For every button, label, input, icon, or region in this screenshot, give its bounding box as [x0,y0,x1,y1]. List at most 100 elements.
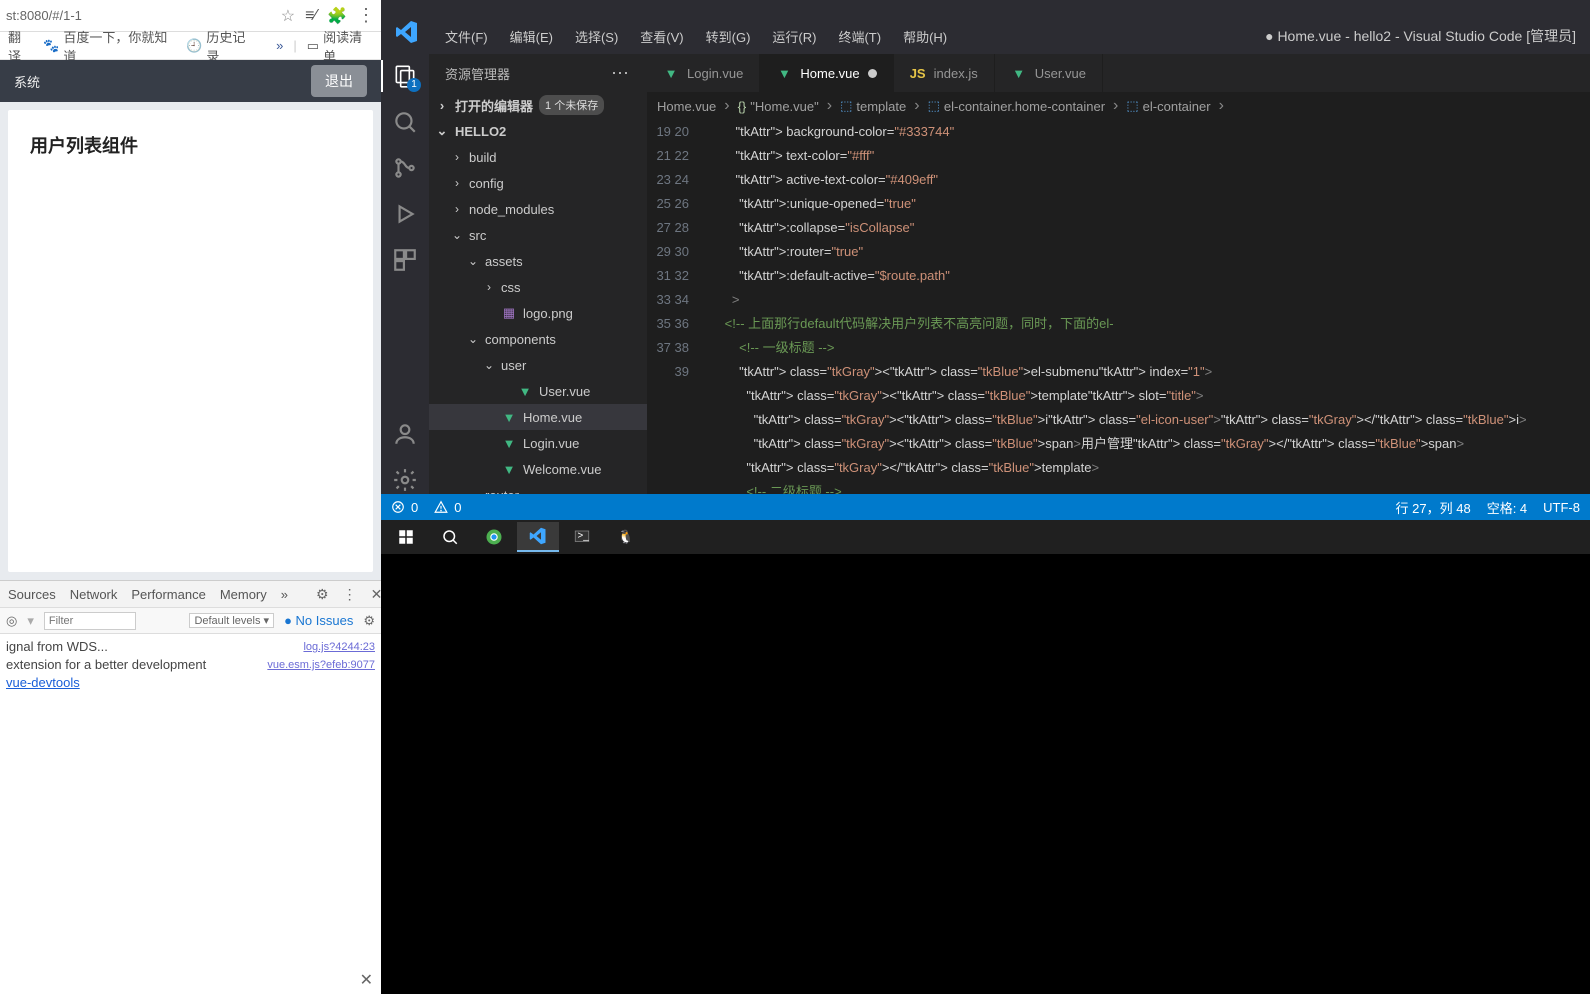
tree-node[interactable]: ⌄user [429,352,647,378]
bookmark-item[interactable]: 🕘 历史记录 [186,27,256,65]
reader-icon[interactable]: ≡∕ [305,7,317,25]
devtools-tab[interactable]: Network [70,587,118,602]
extensions-icon[interactable] [391,246,419,274]
tree-node[interactable]: ⌄components [429,326,647,352]
breadcrumb-item: ⬚ el-container [1126,98,1210,114]
status-errors[interactable]: 0 [391,500,418,515]
search-icon[interactable] [391,108,419,136]
gear-icon[interactable] [391,466,419,494]
bookmark-item[interactable]: 翻译 [8,27,33,65]
devtools-more-icon[interactable]: ⋮ [343,586,357,603]
browser-menu-icon[interactable]: ⋮ [357,5,375,26]
menu-edit[interactable]: 编辑(E) [510,27,553,46]
bookmark-star-icon[interactable]: ☆ [281,6,295,26]
status-spaces[interactable]: 空格: 4 [1487,498,1527,517]
devtools-filter-bar: ◎ ▾ Default levels ▾ ● No Issues ⚙ [0,608,381,634]
bookmarks-bar: 翻译 🐾 百度一下，你就知道 🕘 历史记录 » | ▭ 阅读清单 [0,32,381,60]
status-warnings[interactable]: 0 [434,500,461,515]
tree-node[interactable]: ›css [429,274,647,300]
app-title: 系统 [14,72,40,91]
devtools-tab[interactable]: Sources [8,587,56,602]
gear-icon[interactable]: ⚙ [316,586,329,603]
tree-node[interactable]: ▼User.vue [429,378,647,404]
tree-node[interactable]: ▼Home.vue [429,404,647,430]
editor-tab[interactable]: JSindex.js [894,54,995,92]
bookmark-more[interactable]: » [276,38,283,53]
sidebar-more-icon[interactable]: ⋯ [611,63,631,84]
menubar: 文件(F) 编辑(E) 选择(S) 查看(V) 转到(G) 运行(R) 终端(T… [381,0,1590,54]
devtools-tabs: Sources Network Performance Memory » ⚙ ⋮… [0,580,381,608]
status-cursor[interactable]: 行 27，列 48 [1396,498,1471,517]
breadcrumbs[interactable]: Home.vue {} "Home.vue" ⬚ template ⬚ el-c… [647,92,1590,120]
gear-icon[interactable]: ⚙ [363,613,375,629]
account-icon[interactable] [391,420,419,448]
menu-terminal[interactable]: 终端(T) [838,27,881,46]
menu-select[interactable]: 选择(S) [575,27,618,46]
unsaved-pill: 1 个未保存 [539,95,604,115]
menu-goto[interactable]: 转到(G) [706,27,751,46]
sidebar: 资源管理器 ⋯ › 打开的编辑器 1 个未保存 ⌄ HELLO2 ›build›… [429,54,647,494]
tree-node[interactable]: ›node_modules [429,196,647,222]
vue-devtools-link[interactable]: vue-devtools [6,674,80,692]
taskbar: >_ 🐧 [381,520,1590,554]
devtools-tab[interactable]: Memory [220,587,267,602]
log-source-link[interactable]: log.js?4244:23 [303,638,375,656]
devtools-tab-more[interactable]: » [281,587,288,602]
tree-node[interactable]: ▼Welcome.vue [429,456,647,482]
code-content[interactable]: "tkAttr"> background-color="#333744" "tk… [703,120,1590,494]
search-icon[interactable] [429,522,471,552]
debug-icon[interactable] [391,200,419,228]
extension-icon[interactable]: 🧩 [327,6,347,26]
logout-button[interactable]: 退出 [311,65,367,97]
tree-node[interactable]: ▼Login.vue [429,430,647,456]
status-encoding[interactable]: UTF-8 [1543,500,1580,515]
devtools-console: ignal from WDS...log.js?4244:23 extensio… [0,634,381,696]
breadcrumb-item: {} "Home.vue" [738,99,819,114]
menu-file[interactable]: 文件(F) [445,27,488,46]
tree-node[interactable]: ›build [429,144,647,170]
url-text: st:8080/#/1-1 [6,8,271,23]
svg-text:>_: >_ [578,531,590,542]
explorer-icon[interactable]: 1 [391,62,419,90]
status-bar: 0 0 行 27，列 48 空格: 4 UTF-8 [381,494,1590,520]
log-levels-select[interactable]: Default levels ▾ [189,613,274,628]
log-source-link[interactable]: vue.esm.js?efeb:9077 [267,656,375,674]
unsaved-badge: 1 [407,78,421,92]
dirty-icon [868,69,877,78]
close-icon[interactable]: ✕ [360,970,373,990]
chrome-icon[interactable] [473,522,515,552]
card-title: 用户列表组件 [30,132,351,158]
devtools-eye-icon[interactable]: ◎ [6,613,17,629]
editor-tab[interactable]: ▼Login.vue [647,54,760,92]
line-gutter: 19 20 21 22 23 24 25 26 27 28 29 30 31 3… [647,120,703,494]
editor-area: ▼Login.vue▼Home.vueJSindex.js▼User.vue H… [647,54,1590,494]
tree-node[interactable]: ⌄src [429,222,647,248]
vscode-task-icon[interactable] [517,522,559,552]
no-issues[interactable]: ● No Issues [284,613,353,628]
terminal-icon[interactable]: >_ [561,522,603,552]
explorer-title: 资源管理器 [445,64,510,83]
devtools-tab[interactable]: Performance [131,587,205,602]
git-icon[interactable] [391,154,419,182]
menu-view[interactable]: 查看(V) [640,27,683,46]
tree-node[interactable]: ›config [429,170,647,196]
reading-list[interactable]: ▭ 阅读清单 [307,27,373,65]
filter-input[interactable] [44,612,136,630]
tree-node[interactable]: ⌄assets [429,248,647,274]
open-editors-header[interactable]: › 打开的编辑器 1 个未保存 [429,92,647,118]
project-header[interactable]: ⌄ HELLO2 [429,118,647,144]
vscode-logo-icon [395,20,419,44]
bookmark-item[interactable]: 🐾 百度一下，你就知道 [43,27,176,65]
tree-node[interactable]: ▦logo.png [429,300,647,326]
editor-tab[interactable]: ▼Home.vue [760,54,893,92]
breadcrumb-item: ⬚ el-container.home-container [928,98,1105,114]
qq-icon[interactable]: 🐧 [605,522,647,552]
activity-bar: 1 [381,54,429,494]
breadcrumb-item: ⬚ template [840,98,906,114]
tree-node[interactable]: ⌄router [429,482,647,494]
breadcrumb-item: Home.vue [657,99,716,114]
start-icon[interactable] [385,522,427,552]
menu-help[interactable]: 帮助(H) [903,27,947,46]
menu-run[interactable]: 运行(R) [772,27,816,46]
editor-tab[interactable]: ▼User.vue [995,54,1103,92]
